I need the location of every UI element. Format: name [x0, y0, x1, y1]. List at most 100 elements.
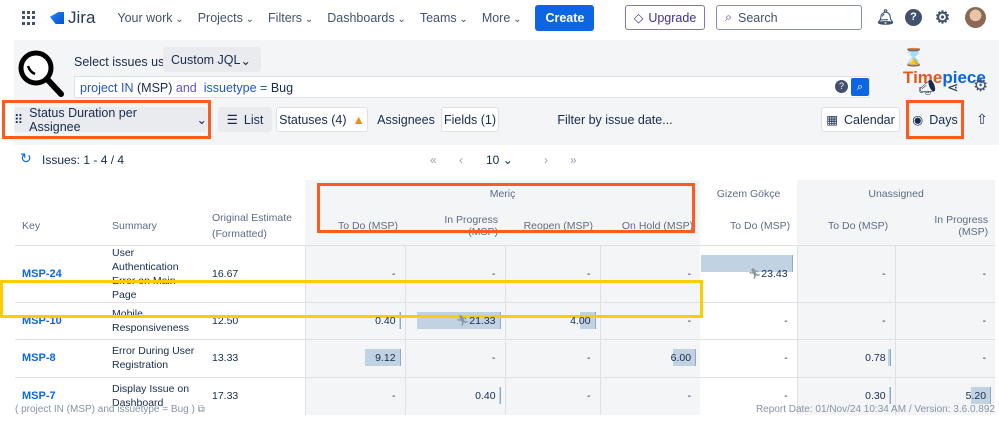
duration-value: - — [982, 267, 987, 280]
duration-cell[interactable]: 9.12 — [304, 339, 406, 377]
share-icon[interactable]: ⋖ — [947, 79, 959, 96]
duration-value: - — [982, 314, 987, 327]
col-summary[interactable]: Summary — [105, 207, 205, 245]
duration-value: 0.40 — [475, 390, 496, 402]
magnifier-icon — [18, 50, 64, 97]
duration-value: - — [492, 352, 496, 365]
duration-value: - — [882, 267, 886, 280]
highlight-row — [0, 280, 703, 318]
create-button[interactable]: Create — [535, 5, 595, 31]
nav-dashboards[interactable]: Dashboards — [327, 11, 406, 25]
list-button[interactable]: ☰ List — [218, 107, 272, 132]
app-switcher-icon[interactable] — [22, 11, 36, 25]
chevron-down-icon: ⌄ — [240, 54, 251, 68]
duration-cell[interactable]: - — [599, 376, 701, 415]
duration-cell[interactable]: - — [894, 244, 996, 302]
duration-value: - — [587, 352, 591, 365]
search-input[interactable]: ⌕ Search — [716, 5, 862, 30]
nav-teams[interactable]: Teams — [420, 11, 468, 25]
col-status[interactable]: In Progress (MSP) — [895, 207, 996, 245]
jql-input[interactable]: project IN (MSP) and issuetype = Bug — [74, 76, 870, 98]
duration-cell[interactable]: - — [894, 301, 996, 340]
duration-cell[interactable]: 6.00 — [599, 339, 701, 377]
duration-value: - — [392, 390, 396, 402]
issues-count: Issues: 1 - 4 / 4 — [42, 153, 125, 167]
nav-your-work[interactable]: Your work — [117, 11, 183, 25]
duration-cell[interactable]: 0.40 — [404, 376, 506, 415]
query-mode-select[interactable]: Custom JQL ⌄ — [163, 47, 261, 72]
footer-report-info: Report Date: 01/Nov/24 10:34 AM / Versio… — [755, 404, 995, 415]
duration-cell[interactable]: - — [796, 244, 896, 302]
prev-page-button[interactable]: ‹ — [459, 153, 463, 167]
highlight-assignee-group — [317, 183, 695, 233]
issue-key-link[interactable]: MSP-24 — [22, 268, 62, 280]
calendar-button[interactable]: ▦ Calendar — [821, 107, 900, 132]
col-key[interactable]: Key — [15, 207, 105, 245]
announcement-icon[interactable]: 📣︎ — [918, 79, 936, 96]
upgrade-button[interactable]: ◇ Upgrade — [625, 5, 705, 30]
assignees-button[interactable]: Assignees — [375, 107, 437, 132]
issue-key-link[interactable]: MSP-8 — [22, 352, 56, 364]
export-icon[interactable]: ⇧ — [970, 107, 994, 132]
filter-by-date-button[interactable]: Filter by issue date... — [555, 107, 675, 132]
col-estimate[interactable]: Original Estimate (Formatted) — [205, 207, 305, 245]
calendar-label: Calendar — [844, 112, 895, 127]
calendar-icon: ▦ — [826, 113, 839, 127]
jql-help-icon[interactable]: ? — [835, 80, 848, 93]
issue-key-link[interactable]: MSP-7 — [22, 390, 56, 402]
duration-cell[interactable]: 0.78 — [796, 339, 896, 377]
duration-value: - — [687, 390, 692, 402]
settings-icon[interactable]: ⚙ — [973, 76, 988, 96]
page-size-select[interactable]: 10 ⌄ — [486, 153, 513, 167]
col-status[interactable]: To Do (MSP) — [797, 207, 896, 245]
list-label: List — [243, 112, 264, 127]
duration-value: - — [687, 267, 692, 280]
fields-label: Fields (1) — [443, 112, 497, 127]
next-page-button[interactable]: › — [544, 153, 548, 167]
duration-value: 23.43 — [761, 268, 788, 280]
duration-bar — [498, 386, 501, 404]
duration-cell[interactable]: - — [504, 339, 601, 377]
last-page-button[interactable]: » — [570, 153, 577, 167]
running-icon: 🏃︎ — [455, 315, 470, 328]
help-icon[interactable]: ? — [905, 9, 922, 26]
duration-value: 0.78 — [865, 352, 886, 365]
duration-value: - — [784, 314, 788, 327]
col-status[interactable]: To Do (MSP) — [700, 207, 797, 245]
filter-label: Filter by issue date... — [557, 112, 673, 127]
run-query-button[interactable]: ⌕ — [851, 78, 869, 96]
query-mode-value: Custom JQL — [171, 53, 241, 67]
group-header: Gizem Gökçe — [716, 187, 781, 200]
refresh-icon[interactable]: ↻ — [20, 150, 32, 167]
duration-value: 5.20 — [965, 390, 987, 402]
duration-value: - — [392, 267, 396, 280]
jira-logo[interactable]: Jira — [50, 8, 95, 28]
duration-value: 4.00 — [570, 314, 591, 327]
nav-more[interactable]: More — [482, 11, 522, 25]
fields-button[interactable]: Fields (1) — [441, 107, 499, 132]
product-name: Jira — [68, 8, 96, 27]
assignees-label: Assignees — [377, 112, 435, 127]
duration-cell[interactable]: 🏃︎23.43 — [700, 244, 798, 302]
duration-cell[interactable]: - — [700, 301, 798, 340]
nav-filters[interactable]: Filters — [268, 11, 313, 25]
duration-cell[interactable]: - — [796, 301, 896, 340]
duration-value: - — [587, 267, 591, 280]
duration-value: - — [882, 314, 886, 327]
statuses-button[interactable]: Statuses (4) ▲ — [276, 107, 368, 132]
duration-cell[interactable]: - — [304, 376, 406, 415]
duration-cell[interactable]: - — [700, 339, 798, 377]
warning-icon: ▲ — [352, 112, 365, 127]
first-page-button[interactable]: « — [430, 153, 437, 167]
duration-cell[interactable]: - — [404, 339, 506, 377]
gem-icon: ◇ — [633, 11, 644, 25]
avatar[interactable] — [965, 7, 986, 28]
duration-bar — [888, 386, 891, 404]
notifications-icon[interactable]: 🔔︎ — [876, 9, 895, 26]
footer-query[interactable]: ( project IN (MSP) and issuetype = Bug )… — [15, 404, 205, 415]
statuses-label: Statuses (4) — [279, 112, 347, 127]
duration-cell[interactable]: - — [894, 339, 996, 377]
nav-projects[interactable]: Projects — [198, 11, 254, 25]
settings-icon[interactable]: ⚙ — [934, 9, 951, 26]
duration-cell[interactable]: - — [504, 376, 601, 415]
